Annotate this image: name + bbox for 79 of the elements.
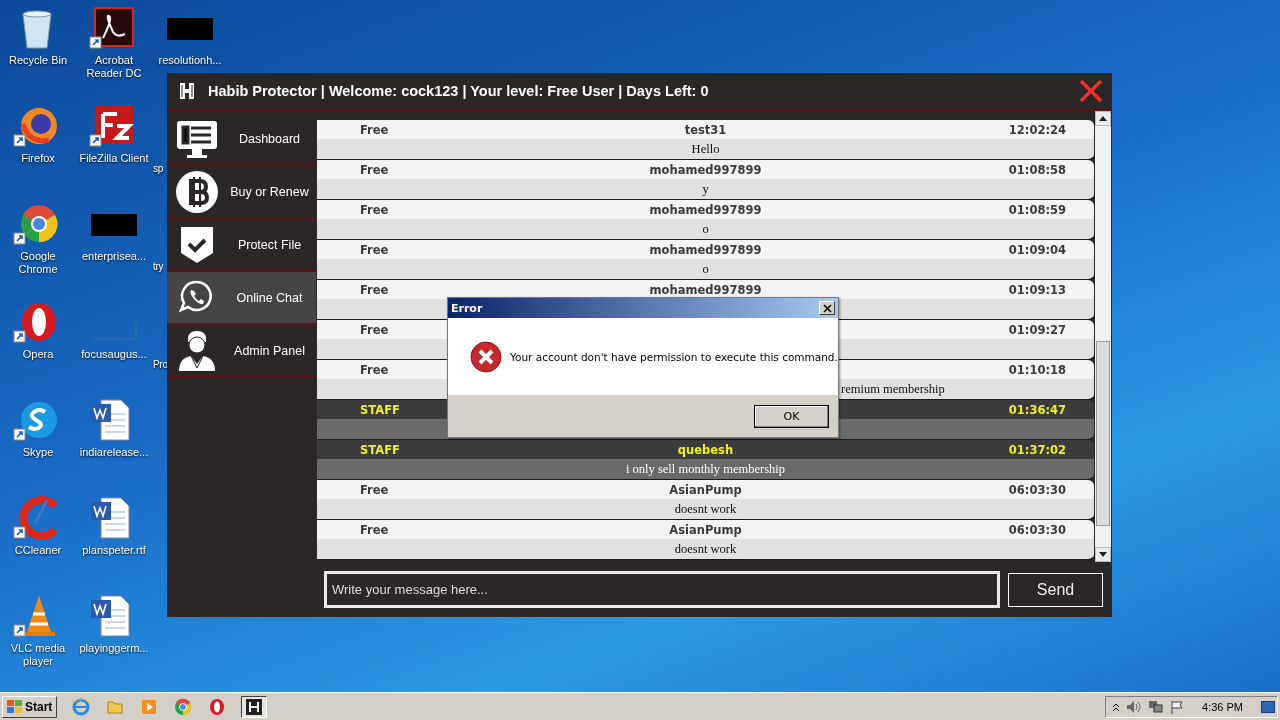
message-time: 01:08:59: [1007, 202, 1067, 217]
scrollbar[interactable]: [1095, 111, 1111, 562]
sidebar-item[interactable]: Admin Panel: [167, 325, 316, 378]
username: AsianPump: [668, 482, 743, 497]
message-time: 01:10:18: [1007, 362, 1067, 377]
message-text: remium membership: [841, 381, 945, 397]
sidebar-item[interactable]: Online Chat: [167, 272, 316, 325]
network-icon[interactable]: [1148, 699, 1165, 714]
up-arrow-icon[interactable]: [1099, 116, 1107, 121]
sidebar-item[interactable]: Dashboard: [167, 113, 316, 166]
user-rank: STAFF: [359, 402, 401, 417]
username: mohamed997899: [648, 242, 763, 257]
send-button[interactable]: Send: [1008, 572, 1103, 607]
error-message: Your account don't have permission to execute this command.: [510, 350, 838, 363]
user-rank: Free: [359, 122, 390, 137]
icon-label[interactable]: focusaugus...: [81, 348, 147, 361]
icon-label[interactable]: playinggerm...: [79, 642, 149, 655]
icon-label[interactable]: Firefox: [21, 152, 55, 165]
message-text: o: [702, 261, 709, 277]
start-button[interactable]: Start: [2, 695, 58, 718]
app-icon[interactable]: [241, 695, 268, 718]
message-time: 12:02:24: [1007, 122, 1067, 137]
windows-logo-icon: [7, 699, 23, 714]
window-title: Habib Protector | Welcome: cock123 | Your level: Free User | Days Left: 0: [208, 83, 710, 99]
down-arrow-icon[interactable]: [1099, 552, 1107, 557]
username: quebesh: [676, 442, 735, 457]
icon-label[interactable]: indiarelease...: [79, 446, 149, 459]
message-time: 06:03:30: [1007, 522, 1067, 537]
username: AsianPump: [668, 522, 743, 537]
user-rank: Free: [359, 282, 390, 297]
icon-label[interactable]: resolutionh...: [158, 54, 222, 67]
icon-label[interactable]: Google Chrome: [0, 250, 76, 276]
message-text: Hello: [691, 141, 720, 157]
message-time: 01:09:13: [1007, 282, 1067, 297]
icon-label[interactable]: planspeter.rtf: [82, 544, 146, 557]
message-time: 01:09:27: [1007, 322, 1067, 337]
chevron-icon[interactable]: [1112, 701, 1121, 712]
ok-button[interactable]: OK: [754, 404, 829, 428]
message-text: y: [702, 181, 709, 197]
username: test31: [683, 122, 728, 137]
user-rank: Free: [359, 482, 390, 497]
icon-label[interactable]: CCleaner: [14, 544, 62, 557]
coin-icon: [175, 169, 219, 214]
message-text: o: [702, 221, 709, 237]
user-rank: Free: [359, 242, 390, 257]
user-rank: Free: [359, 322, 390, 337]
dialog-title: Error: [451, 301, 483, 315]
message-time: 01:08:58: [1007, 162, 1067, 177]
speaker-icon[interactable]: [1126, 699, 1143, 714]
message-text: i only sell monthly membership: [626, 461, 785, 477]
message-text: doesnt work: [674, 541, 737, 557]
icon-label[interactable]: Acrobat Reader DC: [76, 54, 152, 80]
flag-icon[interactable]: [1170, 699, 1185, 714]
user-rank: Free: [359, 522, 390, 537]
message-time: 01:37:02: [1007, 442, 1067, 457]
username: mohamed997899: [648, 162, 763, 177]
message-text: doesnt work: [674, 501, 737, 517]
icon-label[interactable]: VLC media player: [0, 642, 76, 668]
icon-label[interactable]: enterprisea...: [81, 250, 147, 263]
username: mohamed997899: [648, 202, 763, 217]
message-time: 01:36:47: [1007, 402, 1067, 417]
sidebar-item[interactable]: Buy or Renew: [167, 166, 316, 219]
icon-label[interactable]: sp: [153, 162, 163, 175]
show-desktop-button[interactable]: [1261, 700, 1275, 713]
user-rank: Free: [359, 202, 390, 217]
error-icon: [470, 340, 502, 373]
icon-label[interactable]: FileZilla Client: [79, 152, 149, 165]
icon-label[interactable]: Skype: [22, 446, 54, 459]
message-time: 01:09:04: [1007, 242, 1067, 257]
message-field[interactable]: Write your message here...: [324, 571, 1000, 608]
icon-label[interactable]: try: [153, 260, 164, 273]
username: mohamed997899: [648, 282, 763, 297]
message-time: 06:03:30: [1007, 482, 1067, 497]
user-rank: STAFF: [359, 442, 401, 457]
icon-label[interactable]: Opera: [22, 348, 54, 361]
icon-label[interactable]: Recycle Bin: [8, 54, 68, 67]
logo-icon: [179, 82, 195, 100]
user-rank: Free: [359, 362, 390, 377]
user-rank: Free: [359, 162, 390, 177]
